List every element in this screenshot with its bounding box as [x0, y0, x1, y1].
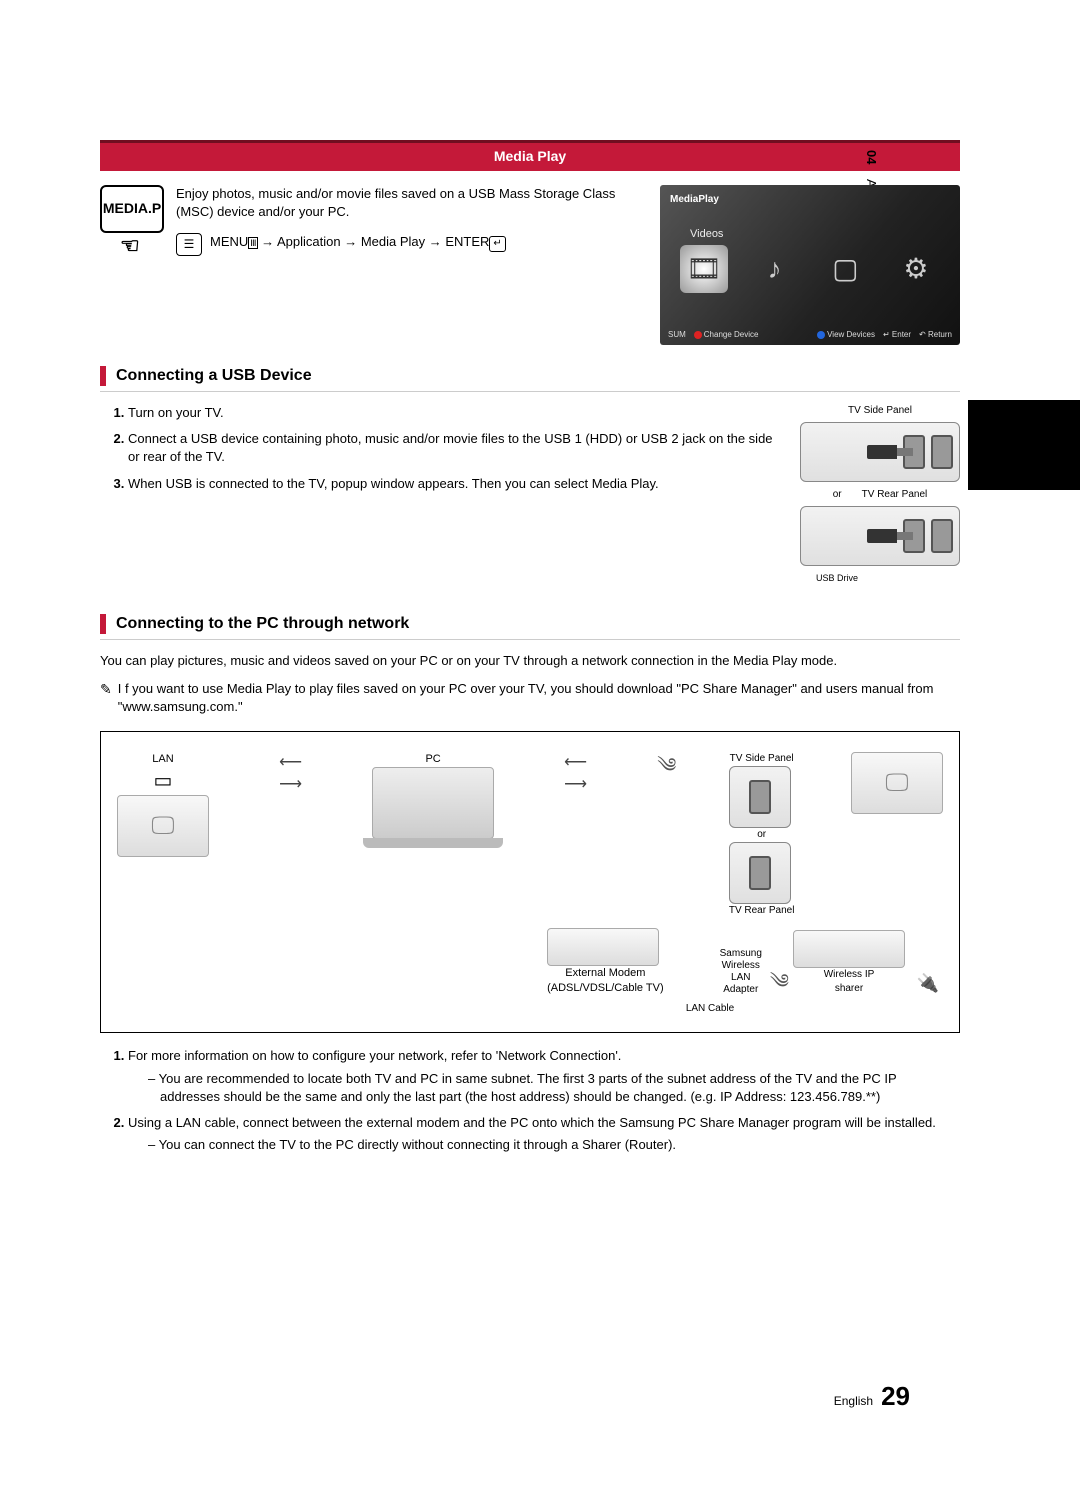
menu-glyph-icon: Ⅲ — [248, 237, 257, 249]
side-panel-drawing — [800, 422, 960, 482]
tv-screenshot: MediaPlay Videos 🎞 ♪ ▢ ⚙ SUM Change Devi… — [660, 185, 960, 345]
usb-section: Turn on your TV. Connect a USB device co… — [100, 404, 960, 585]
sub-item: You are recommended to locate both TV an… — [148, 1070, 960, 1106]
router-icon — [793, 930, 905, 968]
side-panel-label: TV Side Panel — [800, 404, 960, 418]
tv-panel-illustration: TV Side Panel or TV Rear Panel USB Drive — [800, 404, 960, 585]
network-diagram: LAN ▭ 🖵 ⟵⟶ PC ⟵⟶ ༄ TV Side Panel or TV R… — [100, 731, 960, 1034]
media-p-label: MEDIA.P — [103, 199, 161, 219]
menu-key-icon: ☰ — [176, 233, 202, 256]
rear-panel-label: TV Rear Panel — [862, 488, 928, 502]
pc-lead-text: You can play pictures, music and videos … — [100, 652, 960, 670]
tv-selected-category: Videos — [690, 227, 723, 242]
sub-item: You can connect the TV to the PC directl… — [148, 1136, 960, 1154]
hand-icon: ☜ — [120, 235, 140, 257]
wifi-icon: ༄ — [657, 755, 672, 777]
intro-left: MEDIA.P ☜ Enjoy photos, music and/or mov… — [100, 185, 646, 256]
modem-label: External Modem (ADSL/VDSL/Cable TV) — [547, 966, 664, 997]
tv-footer-hints: SUM Change Device View Devices ↵ Enter ↶… — [660, 329, 960, 340]
settings-icon: ⚙ — [892, 245, 940, 293]
tv-icon: 🖵 — [851, 752, 943, 814]
page-number: 29 — [881, 1378, 910, 1414]
panel-mini-icon — [729, 842, 791, 904]
manual-page: 04 Advanced Features Media Play MEDIA.P … — [0, 0, 1080, 1494]
usb-step-1: Turn on your TV. — [128, 404, 784, 422]
side-panel-label: TV Side Panel — [729, 752, 795, 766]
tv-category-icons: 🎞 ♪ ▢ ⚙ — [680, 245, 940, 293]
usb-slot-icon — [931, 519, 953, 553]
chapter-number: 04 — [864, 150, 879, 164]
enter-glyph-icon: ↵ — [489, 236, 505, 252]
thumb-tab — [968, 400, 1080, 490]
step-text: For more information on how to configure… — [128, 1048, 621, 1063]
sharer-label: Wireless IP sharer — [793, 968, 905, 996]
footer-language: English — [834, 1393, 873, 1410]
usb-slot-icon — [931, 435, 953, 469]
return-hint: ↶ Return — [919, 329, 952, 340]
enter-hint: ↵ Enter — [883, 329, 911, 340]
view-devices-hint: View Devices — [817, 329, 875, 340]
page-title-bar: Media Play — [100, 140, 960, 171]
section-heading-usb: Connecting a USB Device — [100, 365, 960, 392]
videos-icon: 🎞 — [680, 245, 728, 293]
menu-navigation-path: ☰ MENUⅢ → Application → Media Play → ENT… — [176, 233, 646, 256]
section-title: Connecting a USB Device — [116, 365, 312, 387]
usb-steps: Turn on your TV. Connect a USB device co… — [128, 404, 784, 585]
pc-step-2: Using a LAN cable, connect between the e… — [128, 1114, 960, 1154]
usb-plug-icon — [867, 529, 897, 543]
heading-accent — [100, 614, 106, 634]
panel-mini-icon — [729, 766, 791, 828]
intro-text: Enjoy photos, music and/or movie files s… — [176, 185, 646, 221]
nav-menu-word: MENU — [210, 234, 248, 249]
tv-icon: 🖵 — [117, 795, 209, 857]
heading-accent — [100, 366, 106, 386]
tv-app-title: MediaPlay — [670, 193, 719, 207]
music-icon: ♪ — [751, 245, 799, 293]
note-block: ✎ I f you want to use Media Play to play… — [100, 680, 960, 716]
nav-rest: → Application → Media Play → ENTER — [258, 234, 490, 249]
page-footer: English 29 — [834, 1378, 910, 1414]
nav-path-text: MENUⅢ → Application → Media Play → ENTER… — [210, 233, 506, 252]
lan-port-icon: ▭ — [117, 767, 209, 795]
step-text: Using a LAN cable, connect between the e… — [128, 1115, 936, 1130]
rear-panel-drawing — [800, 506, 960, 566]
arrow-icon: ⟵⟶ — [266, 752, 316, 797]
usb-plug-icon — [867, 445, 897, 459]
lan-plug-icon: 🔌 — [913, 971, 943, 996]
usb-drive-label: USB Drive — [800, 572, 960, 585]
usb-step-3: When USB is connected to the TV, popup w… — [128, 475, 784, 493]
section-heading-pc: Connecting to the PC through network — [100, 613, 960, 640]
pc-step-1-sub: You are recommended to locate both TV an… — [148, 1070, 960, 1106]
sum-hint: SUM — [668, 329, 686, 340]
laptop-icon — [372, 767, 494, 839]
usb-step-2: Connect a USB device containing photo, m… — [128, 430, 784, 466]
adapter-label: Samsung Wireless LAN Adapter — [720, 948, 762, 996]
pc-step-1: For more information on how to configure… — [128, 1047, 960, 1106]
pc-label: PC — [372, 752, 494, 767]
intro-row: MEDIA.P ☜ Enjoy photos, music and/or mov… — [100, 185, 960, 345]
lan-label: LAN — [117, 752, 209, 767]
pc-step-2-sub: You can connect the TV to the PC directl… — [148, 1136, 960, 1154]
or-label: or — [833, 488, 842, 502]
section-title: Connecting to the PC through network — [116, 613, 409, 635]
note-icon: ✎ — [100, 680, 112, 716]
media-p-button: MEDIA.P ☜ — [100, 185, 164, 233]
pc-steps: For more information on how to configure… — [128, 1047, 960, 1154]
rear-panel-label: TV Rear Panel — [729, 904, 795, 918]
wifi-icon: ༄ — [770, 971, 785, 993]
intro-text-block: Enjoy photos, music and/or movie files s… — [176, 185, 646, 256]
modem-icon — [547, 928, 659, 966]
arrow-icon: ⟵⟶ — [551, 752, 601, 797]
lan-cable-label: LAN Cable — [117, 1002, 943, 1016]
note-text: I f you want to use Media Play to play f… — [118, 680, 960, 716]
photos-icon: ▢ — [821, 245, 869, 293]
remote-button-illustration: MEDIA.P ☜ — [100, 185, 166, 256]
change-device-hint: Change Device — [694, 329, 759, 340]
or-label: or — [729, 828, 795, 842]
